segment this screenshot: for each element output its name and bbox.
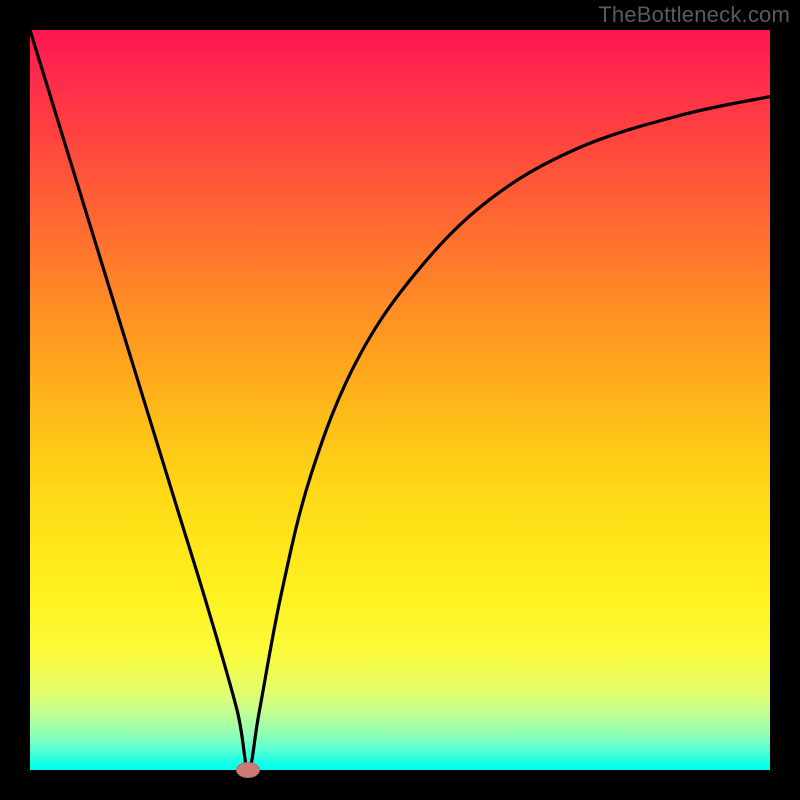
curve-layer xyxy=(30,30,770,770)
plot-area xyxy=(30,30,770,770)
min-point-marker xyxy=(236,762,260,778)
bottleneck-curve xyxy=(30,30,770,770)
chart-frame: TheBottleneck.com xyxy=(0,0,800,800)
watermark-text: TheBottleneck.com xyxy=(598,2,790,28)
